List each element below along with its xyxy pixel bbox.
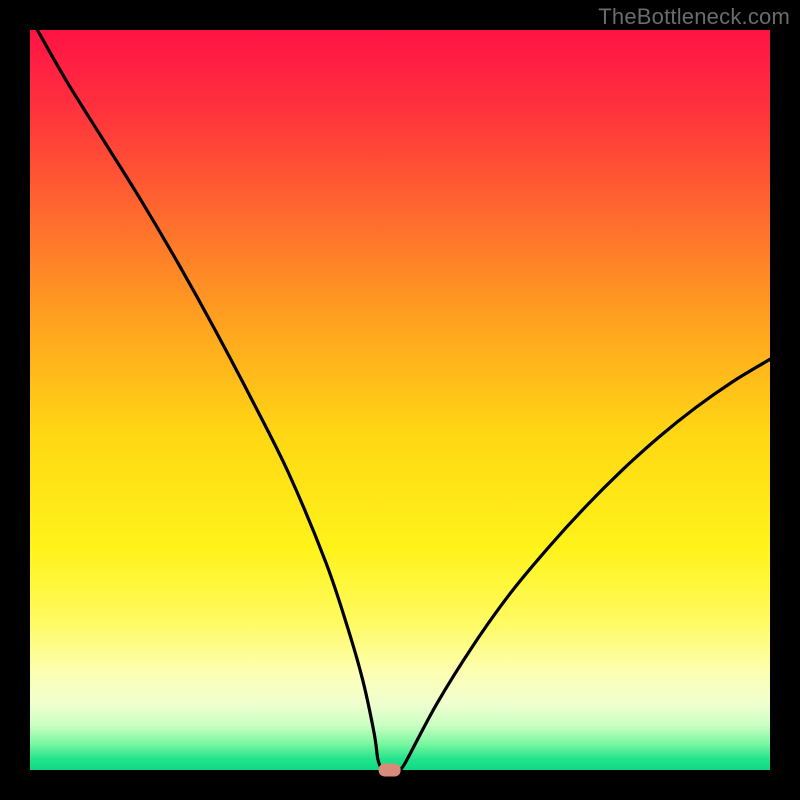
chart-stage: TheBottleneck.com — [0, 0, 800, 800]
bottleneck-chart — [0, 0, 800, 800]
plot-background — [30, 30, 770, 770]
optimal-marker — [379, 764, 401, 777]
attribution-text: TheBottleneck.com — [598, 4, 790, 30]
